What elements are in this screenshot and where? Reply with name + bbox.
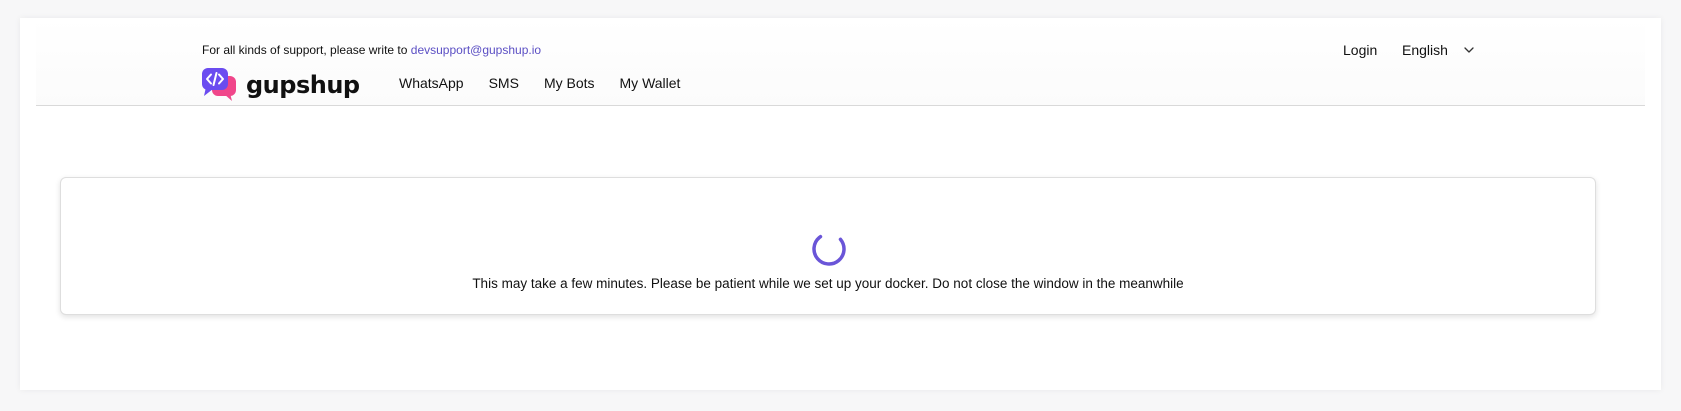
nav-my-bots[interactable]: My Bots [544,75,595,91]
main-nav: WhatsApp SMS My Bots My Wallet [399,75,705,91]
nav-my-wallet[interactable]: My Wallet [620,75,681,91]
gupshup-logo[interactable]: gupshup [202,68,360,102]
support-email-link[interactable]: devsupport@gupshup.io [411,43,541,57]
nav-sms[interactable]: SMS [489,75,519,91]
support-text: For all kinds of support, please write t… [202,43,408,57]
logo-text: gupshup [246,71,360,99]
support-notice: For all kinds of support, please write t… [202,43,541,57]
app-window: For all kinds of support, please write t… [20,18,1661,390]
nav-whatsapp[interactable]: WhatsApp [399,75,464,91]
chevron-down-icon [1464,47,1474,53]
language-label: English [1402,42,1448,58]
loading-spinner-icon [812,232,846,266]
loading-card: This may take a few minutes. Please be p… [60,177,1596,315]
language-selector[interactable]: English [1402,42,1474,58]
top-header: For all kinds of support, please write t… [36,18,1645,106]
login-link[interactable]: Login [1343,42,1377,58]
loading-message: This may take a few minutes. Please be p… [472,276,1184,291]
gupshup-logo-icon [202,68,236,101]
